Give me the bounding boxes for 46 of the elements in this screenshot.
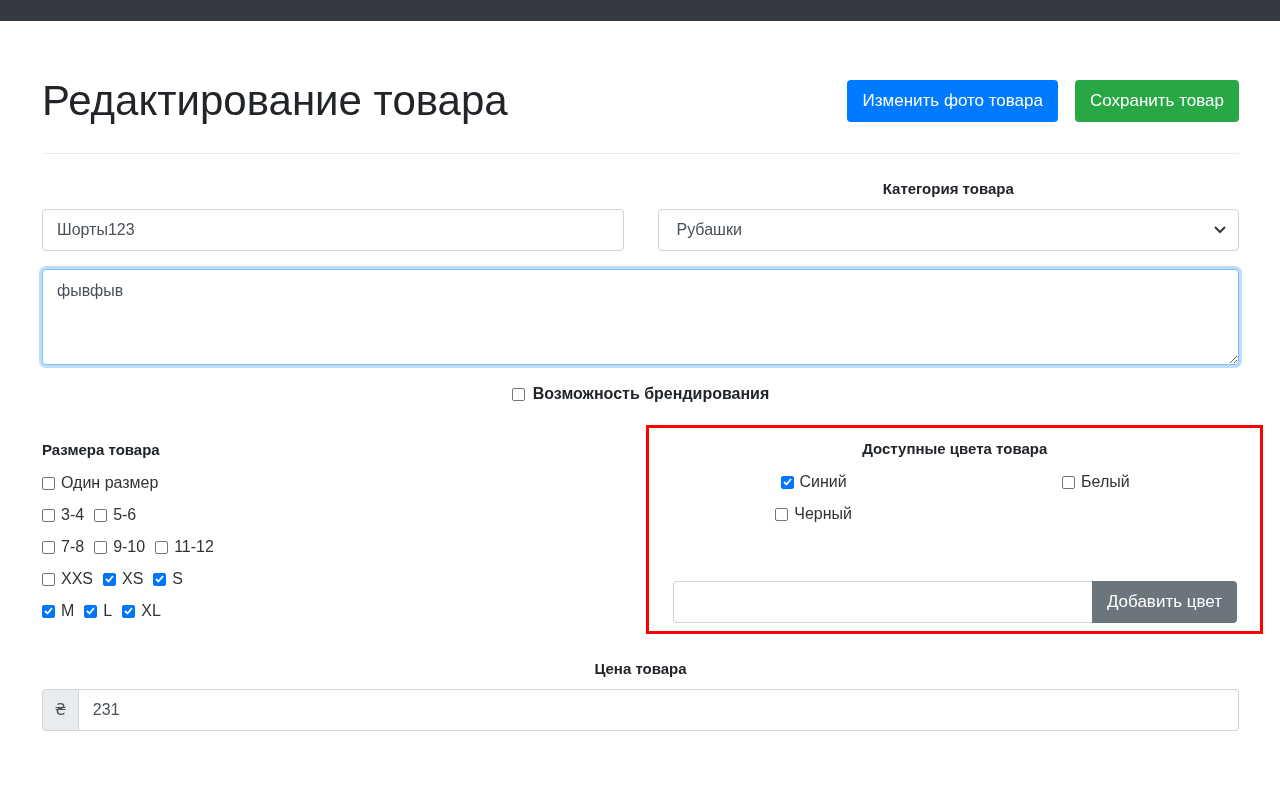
price-label: Цена товара — [593, 660, 688, 677]
checkbox[interactable] — [780, 475, 794, 489]
checkbox[interactable] — [103, 572, 116, 586]
checkbox[interactable] — [775, 507, 789, 521]
name-input[interactable]: Шорты123 — [42, 209, 624, 251]
category-label: Категория товара — [881, 180, 1015, 197]
sizes-label: Размера товара — [42, 441, 161, 458]
color-label: Синий — [799, 473, 847, 491]
size-label: XS — [122, 570, 144, 588]
category-select[interactable]: Рубашки — [657, 209, 1239, 251]
size-label: S — [172, 570, 184, 588]
size-label: XXS — [61, 570, 93, 588]
size-label: 5-6 — [113, 506, 137, 524]
checkbox[interactable] — [155, 540, 169, 554]
checkbox[interactable] — [153, 572, 167, 586]
size-label: 11-12 — [174, 538, 214, 556]
checkbox[interactable] — [94, 508, 108, 522]
color-label: Черный — [794, 505, 852, 523]
size-label: M — [61, 602, 75, 620]
checkbox[interactable] — [84, 604, 98, 618]
size-label: XL — [141, 602, 161, 620]
size-label: L — [103, 602, 113, 620]
size-label: Один размер — [61, 474, 159, 492]
size-label: 9-10 — [113, 538, 146, 556]
checkbox[interactable] — [94, 540, 108, 554]
checkbox[interactable] — [42, 476, 55, 490]
checkbox[interactable] — [42, 572, 55, 586]
size-label: 3-4 — [61, 506, 85, 524]
color-label: Белый — [1081, 473, 1130, 491]
checkbox[interactable] — [42, 508, 55, 522]
colors-label: Доступные цвета товара — [861, 440, 1049, 457]
currency-addon: ₴ — [42, 689, 79, 731]
checkbox[interactable] — [122, 604, 136, 618]
color-input[interactable] — [672, 581, 1092, 623]
photo-button[interactable]: Изменить фото товара — [847, 80, 1058, 122]
checkbox[interactable] — [511, 387, 525, 401]
checkbox[interactable] — [42, 604, 55, 618]
add-color-button[interactable]: Добавить цвет — [1091, 581, 1237, 623]
branding-label: Возможность брендирования — [532, 385, 770, 403]
price-input[interactable]: 231 — [78, 689, 1239, 731]
size-label: 7-8 — [61, 538, 85, 556]
checkbox[interactable] — [42, 540, 55, 554]
checkbox[interactable] — [1062, 475, 1076, 489]
description-textarea[interactable]: фывфыв — [42, 269, 1239, 365]
page-title: Редактирование товара — [42, 77, 508, 125]
chevron-down-icon — [1214, 226, 1226, 234]
